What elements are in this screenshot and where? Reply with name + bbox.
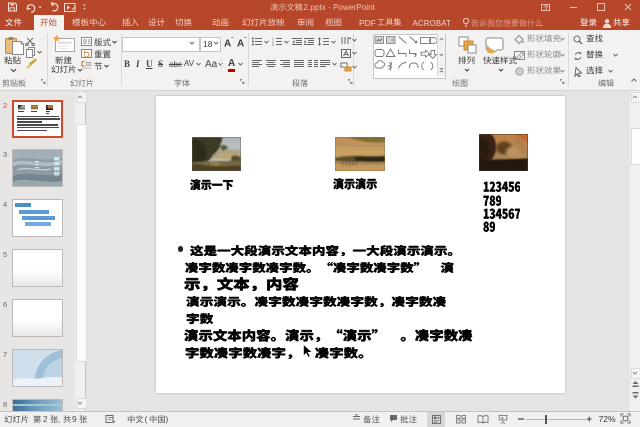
svg-text:3: 3 (272, 43, 274, 46)
